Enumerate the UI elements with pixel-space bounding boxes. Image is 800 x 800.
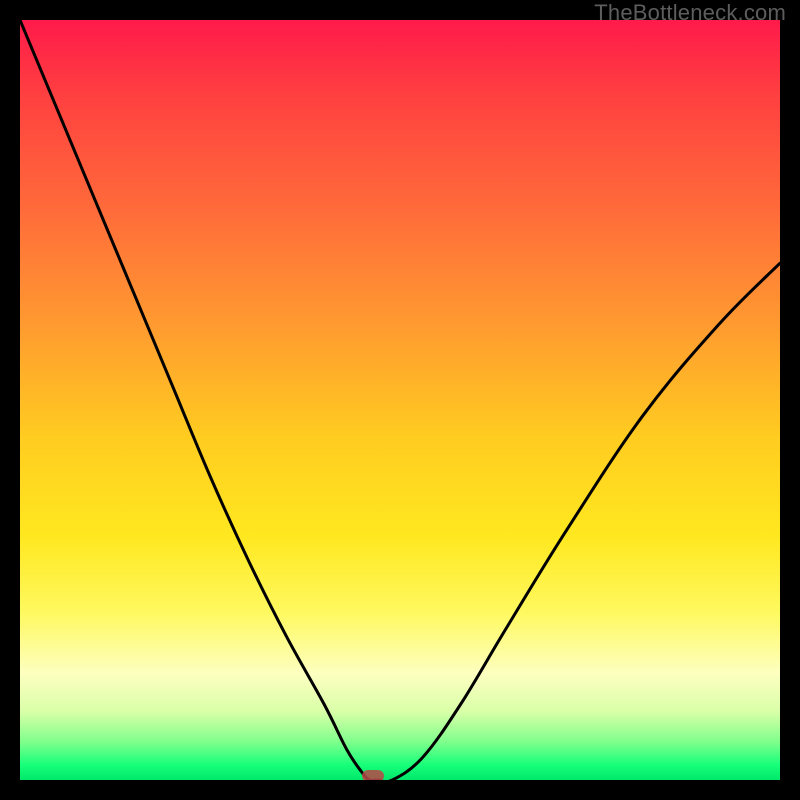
bottleneck-curve bbox=[20, 20, 780, 780]
optimal-marker bbox=[362, 770, 384, 780]
plot-area bbox=[20, 20, 780, 780]
chart-frame: TheBottleneck.com bbox=[0, 0, 800, 800]
